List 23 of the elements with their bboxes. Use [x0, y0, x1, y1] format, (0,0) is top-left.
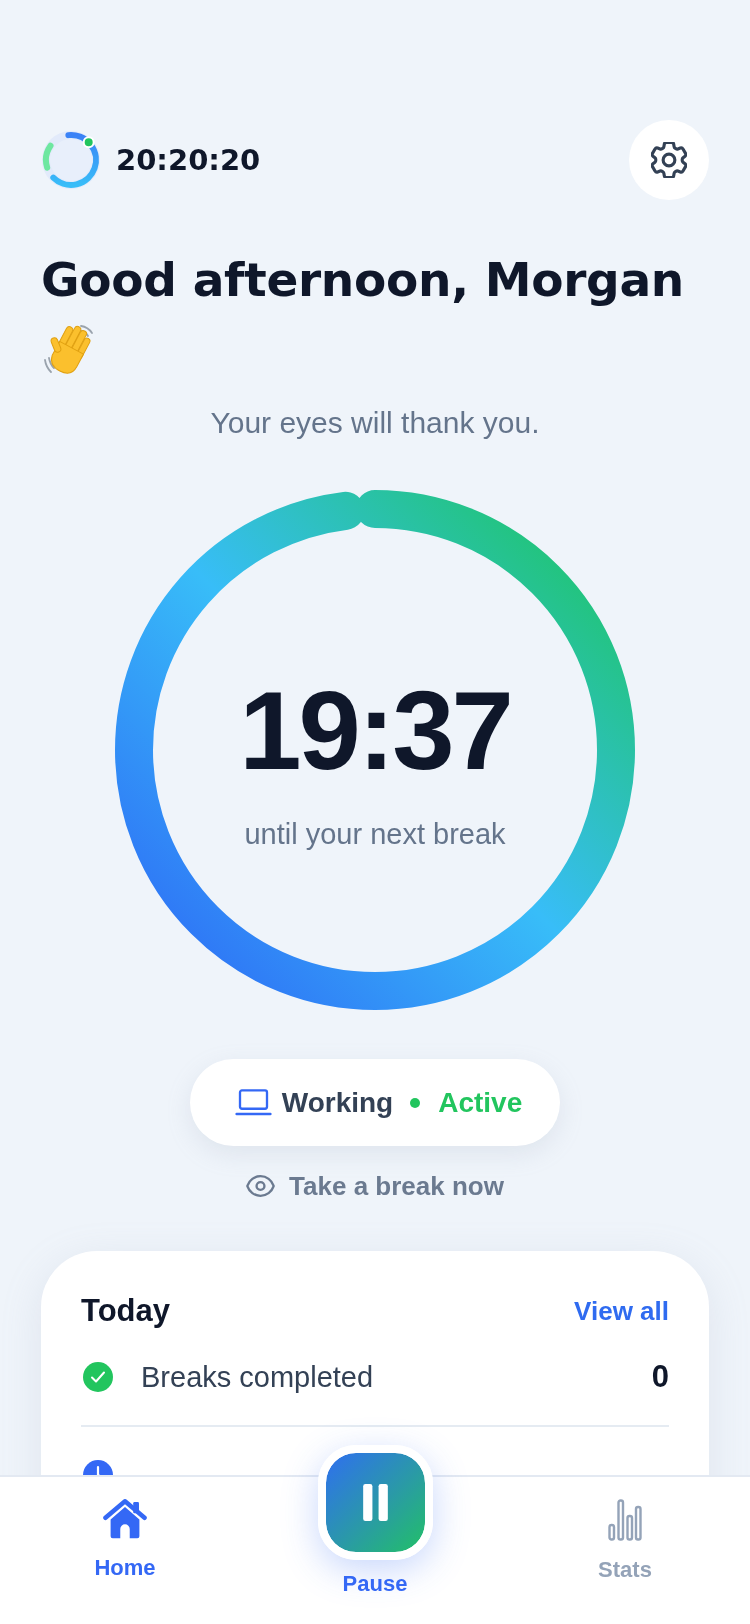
status-label: Active	[438, 1086, 523, 1119]
view-all-link[interactable]: View all	[574, 1296, 669, 1326]
tab-button[interactable]: Home	[94, 1499, 156, 1581]
laptop-icon	[234, 1089, 272, 1116]
stat-label: Breaks completed	[141, 1360, 375, 1394]
settings-icon	[651, 142, 687, 178]
countdown-time: 19:37	[239, 674, 511, 787]
tab-button[interactable]: Stats	[598, 1499, 652, 1583]
home-icon	[103, 1499, 147, 1539]
eye-icon	[246, 1175, 276, 1197]
stat-value: 0	[651, 1360, 669, 1394]
pause-icon	[362, 1484, 388, 1521]
countdown-caption: until your next break	[244, 818, 506, 850]
take-break-button[interactable]: Take a break now	[246, 1171, 504, 1201]
greeting-title: Good afternoon, Morgan	[41, 251, 686, 309]
app-logo-icon	[41, 130, 101, 190]
app-name: 20:20:20	[116, 142, 261, 178]
mode-label: Working	[281, 1086, 394, 1119]
bar-chart-icon	[608, 1499, 642, 1541]
pause-label[interactable]: Pause	[342, 1570, 408, 1597]
greeting-subtitle: Your eyes will thank you.	[209, 405, 541, 440]
card-title: Today	[81, 1293, 170, 1329]
check-circle-icon	[83, 1362, 113, 1392]
